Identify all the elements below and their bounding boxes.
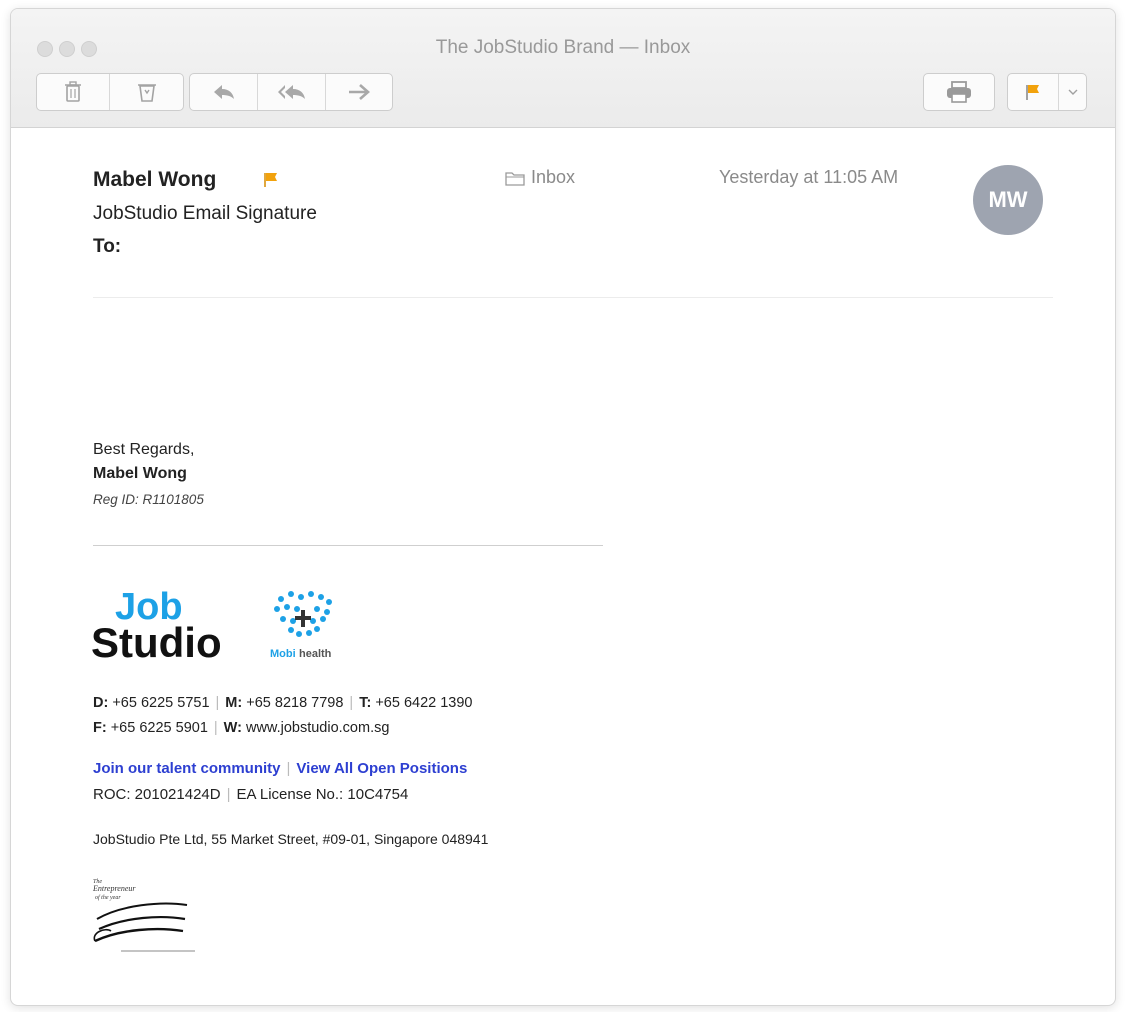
avatar: MW: [973, 165, 1043, 235]
company-address: JobStudio Pte Ltd, 55 Market Street, #09…: [93, 831, 489, 847]
jobstudio-logo: Job Studio: [91, 586, 222, 663]
junk-button[interactable]: [110, 74, 183, 110]
printer-icon: [947, 81, 971, 103]
window-title: The JobStudio Brand — Inbox: [435, 37, 691, 58]
reply-icon: [213, 85, 234, 99]
signature-divider: [93, 545, 603, 546]
tel-number: +65 6422 1390: [375, 695, 473, 711]
toolbar: The JobStudio Brand — Inbox: [11, 9, 1115, 128]
mobile-number: +65 8218 7798: [246, 695, 344, 711]
folder-icon: [505, 171, 525, 186]
greeting: Best Regards,: [93, 441, 195, 458]
mobihealth-logo: Mobi health: [270, 591, 332, 659]
talent-community-link[interactable]: Join our talent community: [93, 760, 281, 777]
sender-name: Mabel Wong: [93, 168, 217, 191]
direct-number: +65 6225 5751: [112, 695, 210, 711]
website-link[interactable]: www.jobstudio.com.sg: [246, 720, 389, 736]
delete-button[interactable]: [37, 74, 110, 110]
reply-all-icon: [277, 85, 305, 99]
message-date: Yesterday at 11:05 AM: [719, 167, 899, 187]
mobi-text: Mobi: [270, 648, 296, 659]
links-line: Join our talent community | View All Open …: [93, 760, 468, 777]
contact-line-2: F: +65 6225 5901 | W: www.jobstudio.com.sg: [93, 720, 390, 736]
flag-group: [1007, 73, 1087, 111]
forward-button[interactable]: [326, 74, 392, 110]
fax-number: +65 6225 5901: [110, 720, 208, 736]
reg-id: Reg ID: R1101805: [93, 492, 204, 507]
forward-icon: [349, 84, 370, 100]
print-button[interactable]: [924, 74, 994, 110]
flag-button[interactable]: [1008, 74, 1059, 110]
signature-name: Mabel Wong: [93, 465, 187, 482]
reply-button[interactable]: [190, 74, 258, 110]
mobile-label: M:: [225, 695, 243, 711]
to-label: To:: [93, 236, 122, 257]
flag-icon: [1026, 85, 1039, 100]
award-line-2: Entrepreneur: [92, 884, 136, 893]
reply-all-button[interactable]: [258, 74, 326, 110]
registration-line: ROC: 201021424D | EA License No.: 10C4754: [93, 786, 409, 803]
reply-forward-group: [189, 73, 393, 111]
junk-icon: [137, 84, 156, 102]
entrepreneur-award-logo: The Entrepreneur of the year: [92, 879, 195, 952]
tel-label: T:: [359, 695, 372, 711]
direct-label: D:: [93, 695, 109, 711]
flag-menu-button[interactable]: [1059, 74, 1086, 110]
header-divider: [93, 297, 1053, 298]
print-group: [923, 73, 995, 111]
web-label: W:: [223, 720, 242, 736]
chevron-down-icon: [1068, 89, 1077, 95]
award-line-3: of the year: [95, 894, 121, 901]
contact-line-1: D: +65 6225 5751 | M: +65 8218 7798 | T: +65…: [93, 695, 473, 711]
fax-label: F:: [93, 720, 107, 736]
trash-icon: [65, 81, 81, 102]
avatar-initials: MW: [988, 187, 1028, 212]
ea-license: EA License No.: 10C4754: [236, 786, 409, 803]
logo-studio-text: Studio: [91, 619, 222, 663]
mailbox-label[interactable]: Inbox: [505, 167, 575, 188]
mailbox-name: Inbox: [531, 167, 576, 187]
open-positions-link[interactable]: View All Open Positions: [296, 760, 467, 777]
roc-number: ROC: 201021424D: [93, 786, 221, 803]
message-subject: JobStudio Email Signature: [93, 203, 317, 224]
health-text: health: [299, 648, 332, 659]
flag-status-icon: [264, 173, 277, 187]
mail-window: The JobStudio Brand — Inbox Mabel Wong J…: [10, 8, 1116, 1006]
delete-junk-group: [36, 73, 184, 111]
